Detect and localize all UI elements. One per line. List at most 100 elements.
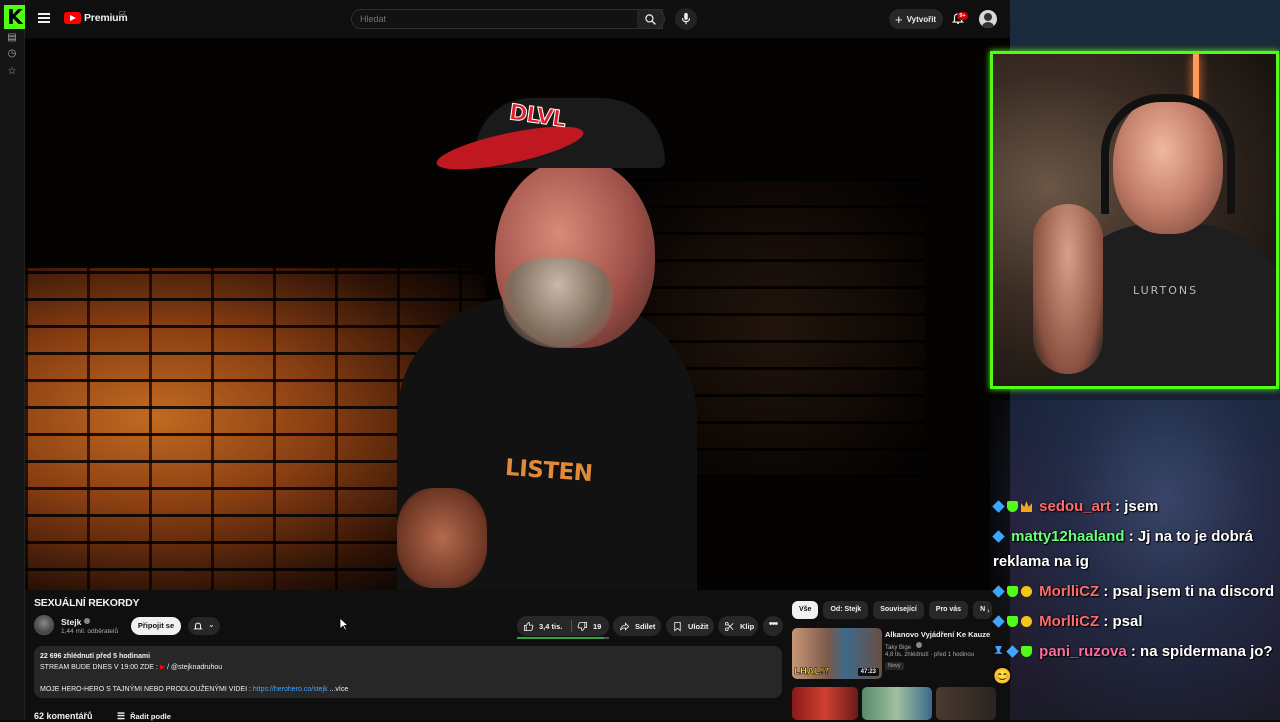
plus-icon: + xyxy=(895,11,903,27)
show-more-link[interactable]: ...více xyxy=(330,686,349,693)
description-line-2-link[interactable]: https://herohero.co/stejk xyxy=(253,686,328,693)
related-video-channel[interactable]: Taky Bige xyxy=(885,642,922,651)
gold-badge-icon xyxy=(1021,616,1032,627)
related-video-title[interactable]: Alkanovo Vyjádření Ke Kauze xyxy=(885,630,1005,640)
clip-label: Klip xyxy=(740,621,755,631)
channel-avatar[interactable] xyxy=(34,615,54,635)
kick-logo[interactable]: K xyxy=(4,5,26,29)
video-person-hand xyxy=(397,488,487,588)
chat-text: : psal jsem ti na discord xyxy=(1099,583,1275,600)
search-input[interactable] xyxy=(360,10,610,28)
related-video-thumbnail[interactable]: LHAL!? 47:23 xyxy=(792,628,882,679)
subscription-notification-button[interactable]: ⌄ xyxy=(188,617,220,635)
clip-button[interactable]: Klip xyxy=(718,616,758,636)
description-line-2: MOJE HERO-HERO S TAJNÝMI NEBO PRODLOUŽEN… xyxy=(40,684,776,695)
chat-username[interactable]: matty12haaland xyxy=(1011,528,1124,545)
voice-search-button[interactable] xyxy=(675,8,697,30)
webcam-feed: LURTONS xyxy=(990,51,1279,389)
youtube-logo[interactable]: Premium xyxy=(64,12,128,24)
video-title: SEXUÁLNÍ REKORDY xyxy=(34,597,140,609)
like-button[interactable]: 3,4 tis. xyxy=(517,616,571,636)
description-box[interactable]: 22 696 zhlédnutí před 5 hodinami STREAM … xyxy=(34,646,782,698)
vip-badge-icon xyxy=(1007,501,1018,512)
chat-text: : psal xyxy=(1099,613,1143,630)
related-video-views: 4,8 tis. zhlédnutí · před 1 hodinou xyxy=(885,652,975,658)
related-thumbnail-2[interactable] xyxy=(792,687,858,720)
video-info: SEXUÁLNÍ REKORDY Stejk 1,44 mil. odběrat… xyxy=(25,590,1010,722)
sort-comments-button[interactable]: ☰ Řadit podle xyxy=(117,711,171,722)
scissors-icon xyxy=(724,621,734,631)
related-channel-name[interactable]: Taky Bige xyxy=(885,645,911,651)
chevron-down-icon: ⌄ xyxy=(208,620,215,629)
save-button[interactable]: Uložit xyxy=(666,616,714,636)
star-icon[interactable]: ☆ xyxy=(6,66,18,78)
bell-icon xyxy=(193,622,203,630)
bookmark-icon xyxy=(674,621,681,632)
thumbs-down-icon xyxy=(577,621,588,631)
left-sidebar: K ▤ ◷ ☆ xyxy=(0,0,26,720)
channel-name[interactable]: Stejk xyxy=(61,617,81,627)
history-icon[interactable]: ◷ xyxy=(6,48,18,60)
sub-badge-icon xyxy=(992,615,1005,628)
chat-username[interactable]: sedou_art xyxy=(1039,498,1111,515)
create-label: Vytvořit xyxy=(906,14,937,24)
thumbs-up-icon xyxy=(523,621,534,631)
search-icon xyxy=(645,14,656,25)
search-button[interactable] xyxy=(637,9,665,29)
chat-username[interactable]: pani_ruzova xyxy=(1039,643,1127,660)
youtube-play-icon xyxy=(64,12,81,24)
webcam-shirt-text: LURTONS xyxy=(1133,284,1199,297)
chip-for-you[interactable]: Pro vás xyxy=(928,601,969,619)
verified-icon xyxy=(915,642,922,648)
related-thumbnail-3[interactable] xyxy=(862,687,932,720)
thumbnail-text: LHAL!? xyxy=(794,667,830,678)
related-thumbnail-4[interactable] xyxy=(936,687,996,720)
subscribe-button[interactable]: Připojit se xyxy=(131,617,181,635)
chat-username[interactable]: MorlliCZ xyxy=(1039,583,1099,600)
dislike-button[interactable]: 19 xyxy=(572,616,609,636)
sub-badge-icon xyxy=(992,530,1005,543)
chip-related[interactable]: Související xyxy=(873,601,924,619)
sort-icon: ☰ xyxy=(117,711,126,721)
chat-username[interactable]: MorlliCZ xyxy=(1039,613,1099,630)
video-player[interactable]: DLVL LISTEN xyxy=(25,38,1010,590)
account-avatar[interactable] xyxy=(979,10,997,28)
dislike-count: 19 xyxy=(593,621,602,631)
library-icon[interactable]: ▤ xyxy=(6,32,18,44)
description-line-1-link[interactable]: / @stejknadruhou xyxy=(167,664,222,671)
microphone-icon xyxy=(681,12,691,25)
pin-badge-icon xyxy=(994,646,1003,654)
chat-message: MorlliCZ : psal jsem ti na discord xyxy=(992,579,1278,604)
like-ratio-bar xyxy=(517,637,609,639)
like-count: 3,4 tis. xyxy=(539,621,563,631)
related-filter-chips: Vše Od: Stejk Související Pro vás N xyxy=(792,601,993,619)
view-count-and-date: 22 696 zhlédnutí před 5 hodinami xyxy=(40,653,151,660)
chat-text: : jsem xyxy=(1110,498,1159,515)
description-line-1: STREAM BUDE DNES V 19:00 ZDE : ▶ / @stej… xyxy=(40,662,776,673)
sub-badge-icon xyxy=(992,500,1005,513)
top-bar: Premium CZ + Vytvořit 9+ xyxy=(25,0,1010,38)
notification-badge: 9+ xyxy=(957,12,968,20)
description-line-2-text: MOJE HERO-HERO S TAJNÝMI NEBO PRODLOUŽEN… xyxy=(40,686,251,693)
description-line-1-text: STREAM BUDE DNES V 19:00 ZDE : xyxy=(40,664,158,671)
chip-from-channel[interactable]: Od: Stejk xyxy=(823,601,869,619)
like-ratio-fill xyxy=(517,637,605,639)
sub-badge-icon xyxy=(1006,645,1019,658)
search-box xyxy=(351,9,663,29)
channel-name-row[interactable]: Stejk xyxy=(61,617,91,627)
more-actions-icon[interactable]: ••• xyxy=(763,616,783,636)
vip-badge-icon xyxy=(1007,586,1018,597)
sub-badge-icon xyxy=(992,585,1005,598)
chat-message: matty12haaland : Jj na to je dobrá rekla… xyxy=(992,524,1278,574)
chat-message: pani_ruzova : na spidermana jo? 😊 xyxy=(993,639,1278,689)
chip-all[interactable]: Vše xyxy=(792,601,819,619)
like-dislike-group: 3,4 tis. 19 xyxy=(517,616,609,636)
share-button[interactable]: Sdílet xyxy=(613,616,661,636)
create-button[interactable]: + Vytvořit xyxy=(889,9,943,29)
chat-text: : na spidermana jo? 😊 xyxy=(993,643,1273,685)
chat-message: MorlliCZ : psal xyxy=(992,609,1278,634)
save-label: Uložit xyxy=(688,621,709,631)
menu-icon[interactable] xyxy=(38,13,50,23)
gold-badge-icon xyxy=(1021,586,1032,597)
crown-badge-icon xyxy=(1021,501,1032,512)
